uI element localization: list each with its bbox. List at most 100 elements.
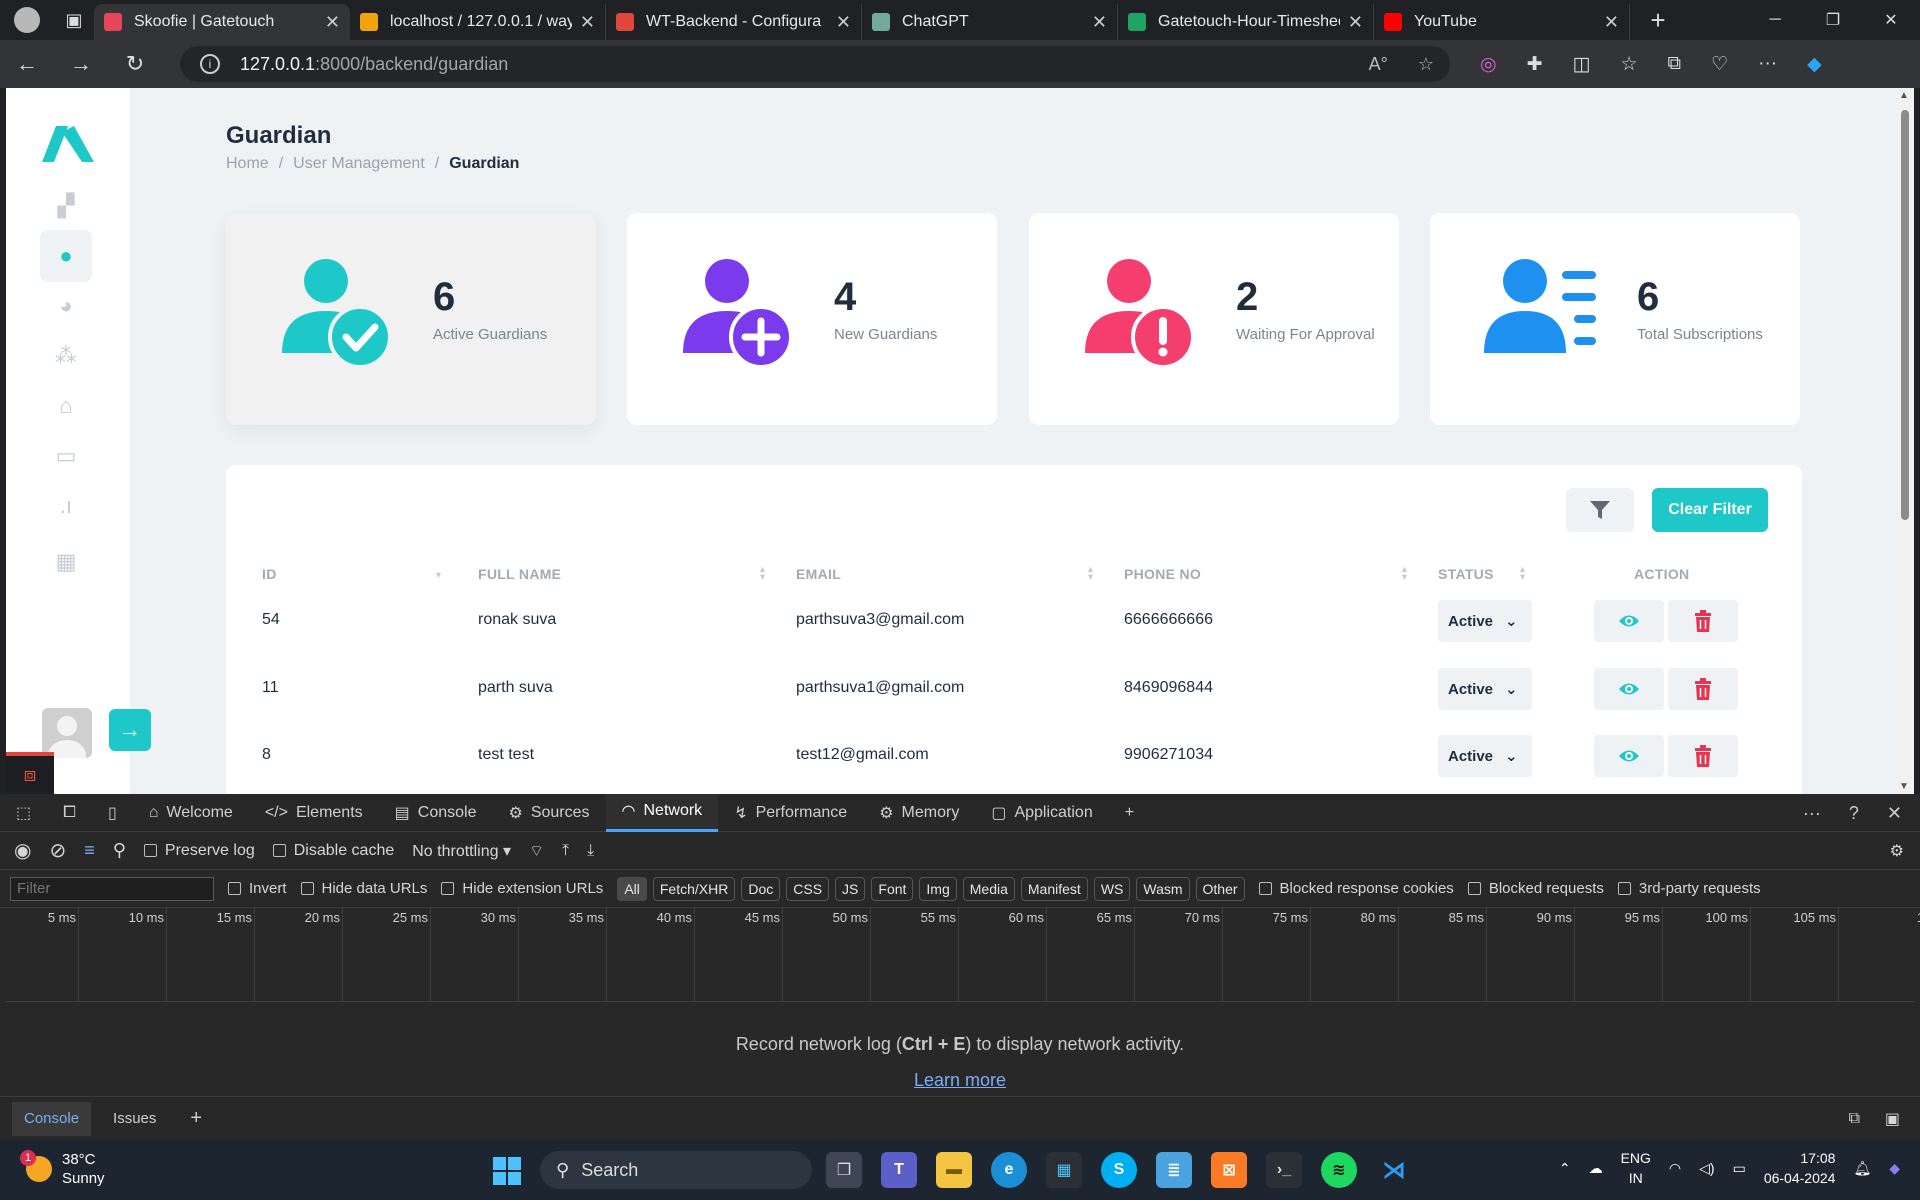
sidebar-apps-icon[interactable]: ▦ <box>40 536 92 588</box>
type-filter-chip[interactable]: Other <box>1195 876 1245 901</box>
devtools-tab-memory[interactable]: ⚙ Memory <box>863 794 975 832</box>
close-devtools-icon[interactable]: ✕ <box>1887 803 1902 824</box>
export-har-icon[interactable]: ⤓ <box>587 842 594 860</box>
tray-overflow-icon[interactable]: ⌃ <box>1559 1160 1571 1177</box>
devtools-tab-elements[interactable]: </> Elements <box>249 794 379 832</box>
weather-widget[interactable]: 1 38°C Sunny <box>20 1150 105 1188</box>
browser-tab[interactable]: YouTube ✕ <box>1374 4 1630 40</box>
refresh-icon[interactable]: ↻ <box>108 51 162 77</box>
sidebar-group-icon[interactable]: ⁂ <box>40 330 92 382</box>
column-header-id[interactable]: ID <box>262 566 277 582</box>
browser-tab[interactable]: Gatetouch-Hour-Timeshee ✕ <box>1118 4 1374 40</box>
type-filter-chip[interactable]: Doc <box>741 876 781 901</box>
xampp-icon[interactable]: ⊠ <box>1211 1152 1247 1188</box>
sidebar-dashboard-icon[interactable]: ▞ <box>40 180 92 232</box>
sidebar-payment-card-icon[interactable]: ▭ <box>40 430 92 482</box>
close-tab-icon[interactable]: ✕ <box>1348 12 1363 33</box>
close-tab-icon[interactable]: ✕ <box>1604 12 1619 33</box>
onedrive-icon[interactable]: ☁ <box>1589 1160 1603 1177</box>
dock-sidebar-icon[interactable]: ▯ <box>92 794 133 832</box>
devtools-more-icon[interactable]: ··· <box>1803 803 1821 824</box>
sort-icon[interactable]: ▴ ▾ <box>1520 565 1525 583</box>
delete-button[interactable] <box>1668 600 1738 642</box>
devtools-tab-network[interactable]: ◠ Network <box>605 793 719 832</box>
notifications-icon[interactable]: 🔔︎ <box>1853 1160 1871 1177</box>
drawer-tab-issues[interactable]: Issues <box>101 1102 168 1136</box>
tab-actions-icon[interactable]: ▣ <box>54 0 94 40</box>
user-avatar[interactable] <box>42 708 92 758</box>
view-button[interactable] <box>1594 600 1664 642</box>
close-tab-icon[interactable]: ✕ <box>580 12 595 33</box>
browser-tab[interactable]: localhost / 127.0.0.1 / wayt ✕ <box>350 4 606 40</box>
column-header-email[interactable]: EMAIL <box>796 566 841 582</box>
stat-card-total-subscriptions[interactable]: 6 Total Subscriptions <box>1430 213 1800 425</box>
favorites-icon[interactable]: ☆ <box>1620 53 1637 76</box>
devtools-tab-application[interactable]: ▢ Application <box>975 794 1108 832</box>
extensions-icon[interactable]: ✚ <box>1527 53 1543 76</box>
help-icon[interactable]: ? <box>1849 803 1859 824</box>
disable-cache-checkbox[interactable]: Disable cache <box>272 842 394 860</box>
network-settings-icon[interactable]: ⚙ <box>1890 841 1904 861</box>
vscode-icon[interactable]: ⋊ <box>1376 1152 1412 1188</box>
type-filter-chip[interactable]: Manifest <box>1020 876 1088 901</box>
sidebar-guardian-icon[interactable]: ● <box>40 230 92 282</box>
devtools-tab-welcome[interactable]: ⌂ Welcome <box>133 794 249 832</box>
close-tab-icon[interactable]: ✕ <box>836 12 851 33</box>
copilot-taskbar-icon[interactable]: ◆ <box>1889 1160 1900 1177</box>
type-filter-chip[interactable]: Img <box>919 876 957 901</box>
status-dropdown[interactable]: Active ⌄ <box>1438 668 1532 710</box>
device-emulation-icon[interactable]: ⬚ <box>0 794 47 832</box>
scroll-down-icon[interactable]: ▼ <box>1899 781 1909 792</box>
sort-icon[interactable]: ▴ ▾ <box>1402 565 1407 583</box>
sidebar-institution-icon[interactable]: ⌂ <box>40 380 92 432</box>
type-filter-chip[interactable]: Font <box>871 876 914 901</box>
type-filter-chip[interactable]: Media <box>962 876 1015 901</box>
stat-card-new-guardians[interactable]: 4 New Guardians <box>627 213 997 425</box>
filter-button[interactable] <box>1566 488 1634 532</box>
drawer-tab-console[interactable]: Console <box>12 1101 92 1136</box>
favorite-star-icon[interactable]: ☆ <box>1418 54 1434 75</box>
close-window-icon[interactable]: ✕ <box>1862 0 1920 40</box>
sidebar-user-settings-icon[interactable]: ◕ <box>40 280 92 332</box>
clear-filter-button[interactable]: Clear Filter <box>1652 488 1768 532</box>
delete-button[interactable] <box>1668 668 1738 710</box>
type-filter-chip[interactable]: WS <box>1093 876 1131 901</box>
wifi-icon[interactable]: ◠ <box>1669 1160 1681 1177</box>
volume-icon[interactable]: ◁) <box>1699 1160 1714 1177</box>
column-header-status[interactable]: STATUS <box>1438 566 1494 582</box>
breadcrumb-user-management[interactable]: User Management <box>293 155 425 173</box>
record-icon[interactable]: ◉ <box>14 838 31 863</box>
view-button[interactable] <box>1594 735 1664 777</box>
invert-checkbox[interactable]: Invert <box>228 880 287 897</box>
filter-toggle-icon[interactable]: ≡ <box>84 840 95 861</box>
type-filter-chip[interactable]: Wasm <box>1136 876 1190 901</box>
sidebar-reports-icon[interactable]: .ı <box>40 480 92 532</box>
type-filter-chip[interactable]: JS <box>835 876 866 901</box>
hide-extension-urls-checkbox[interactable]: Hide extension URLs <box>441 880 603 897</box>
screencast-icon[interactable]: ▣ <box>1885 1109 1900 1129</box>
status-dropdown[interactable]: Active ⌄ <box>1438 600 1532 642</box>
filter-input[interactable] <box>10 876 214 901</box>
close-tab-icon[interactable]: ✕ <box>1092 12 1107 33</box>
back-icon[interactable]: ← <box>0 51 54 77</box>
type-filter-chip[interactable]: Fetch/XHR <box>652 876 736 901</box>
inspect-icon[interactable]: ⧠ <box>47 794 92 832</box>
browser-tab[interactable]: ChatGPT ✕ <box>862 4 1118 40</box>
notepad-icon[interactable]: ≣ <box>1156 1152 1192 1188</box>
devtools-tab-console[interactable]: ▤ Console <box>379 794 493 832</box>
new-tab-button[interactable]: + <box>1640 5 1676 36</box>
stat-card-active-guardians[interactable]: 6 Active Guardians <box>226 213 596 425</box>
store-icon[interactable]: ▦ <box>1046 1152 1082 1188</box>
search-icon[interactable]: ⚲ <box>113 840 126 861</box>
third-party-checkbox[interactable]: 3rd-party requests <box>1617 880 1761 897</box>
browser-tab[interactable]: WT-Backend - Configura ✕ <box>606 4 862 40</box>
network-timeline[interactable]: 5 ms 10 ms 15 ms 20 ms 25 ms 30 ms 35 ms 40 ms 4… <box>6 908 1920 1002</box>
extension-color-icon[interactable]: ◎ <box>1480 53 1497 76</box>
preserve-log-checkbox[interactable]: Preserve log <box>143 842 255 860</box>
sort-icon[interactable]: ▴ ▾ <box>1088 565 1093 583</box>
forward-icon[interactable]: → <box>54 51 108 77</box>
type-filter-chip[interactable]: CSS <box>786 876 830 901</box>
copilot-icon[interactable]: ◆ <box>1807 53 1822 76</box>
start-icon[interactable] <box>493 1157 521 1185</box>
scroll-up-icon[interactable]: ▲ <box>1899 90 1909 101</box>
